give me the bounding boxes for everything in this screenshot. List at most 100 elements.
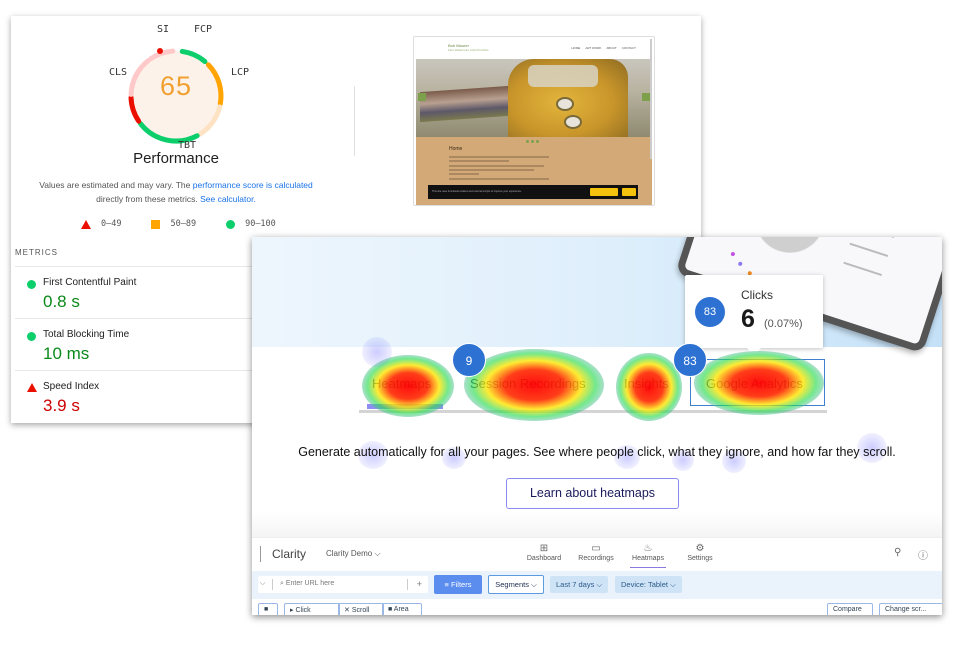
date-range-dropdown[interactable]: Last 7 days ⌵ [550,576,609,593]
chevron-down-icon: ⌵ [260,580,266,587]
metric-label: Total Blocking Time [43,329,130,340]
chevron-down-icon: ⌵ [670,580,676,589]
pass-circle-icon [27,332,36,341]
cookie-accept-button [622,188,636,196]
si-marker [157,48,163,54]
triangle-icon [81,219,91,229]
nav-label: Dashboard [526,555,562,562]
tooltip-label: Clicks [741,288,773,302]
headlight-shape [556,97,574,111]
performance-title: Performance [133,150,219,167]
metric-label: First Contentful Paint [43,277,137,288]
text-line [449,160,509,162]
area-mode-button[interactable]: ■ Area [382,603,422,615]
legend-item-fail: 0–49 [81,219,121,229]
vertical-divider [354,86,355,156]
segments-label: Segments [495,580,529,589]
score-calculated-link[interactable]: performance score is calculated [193,180,313,190]
text-line [449,169,534,171]
text-line [449,165,544,167]
preview-hero-image [416,59,652,137]
circle-icon [226,219,236,229]
preview-brand: Bob Maurer Fine Watercolor Artist Portfo… [448,43,488,52]
heatmaps-description: Generate automatically for all your page… [298,445,896,459]
legend-range: 90–100 [245,219,276,229]
url-placeholder: ⌕ Enter URL here [280,580,335,587]
see-calculator-link[interactable]: See calculator. [200,194,256,204]
truck-bed-shape [420,85,510,123]
metric-value: 0.8 s [43,292,80,311]
tooltip-percent: (0.07%) [764,318,803,330]
heatmaps-icon: ♨ [643,543,653,554]
gauge-label-si: SI [157,24,170,35]
chevron-down-icon: ⌵ [531,580,537,589]
tab-rail [359,410,827,413]
performance-score: 65 [159,71,193,101]
learn-about-heatmaps-button[interactable]: Learn about heatmaps [506,478,679,509]
legend-item-average: 50–89 [151,219,196,229]
preview-next-arrow [642,93,650,101]
tab-google-analytics[interactable]: Google Analytics [706,376,803,391]
text-line [449,173,479,175]
preview-nav-item: ABOUT [606,46,617,50]
filters-button[interactable]: ≡ Filters [434,575,482,594]
preview-prev-arrow [418,93,426,101]
change-screenshot-button[interactable]: Change scr... [879,603,942,615]
recordings-icon: ▭ [591,543,601,554]
preview-brand-sub: Fine Watercolor Artist Portfolio [448,48,489,52]
share-icon[interactable]: ⚲ [894,547,901,558]
device-label: Device: Tablet [621,580,668,589]
score-legend: 0–49 50–89 90–100 [81,219,276,229]
feature-tabs: Heatmaps Session Recordings Insights Goo… [359,359,829,413]
nav-heatmaps[interactable]: ♨ Heatmaps [626,542,670,562]
url-input[interactable]: ⌵ ⌕ Enter URL here + [258,576,428,593]
dashboard-icon: ⊞ [539,543,549,554]
performance-description: Values are estimated and may vary. The p… [21,178,331,206]
legend-range: 0–49 [101,219,122,229]
help-icon[interactable]: ⓘ [918,547,928,562]
click-count-badge[interactable]: 9 [452,343,486,377]
nav-recordings[interactable]: ▭ Recordings [574,542,618,562]
active-nav-indicator [630,567,666,568]
preview-heading: Home [449,146,463,152]
tooltip-badge: 83 [695,297,725,327]
fail-triangle-icon [27,383,37,392]
nav-label: Recordings [578,555,614,562]
segments-dropdown[interactable]: Segments ⌵ [488,575,544,594]
gauge-label-fcp: FCP [194,24,213,35]
description-text-2: directly from these metrics. [96,194,201,204]
tab-heatmaps[interactable]: Heatmaps [372,376,431,391]
page-screenshot-preview: Bob Maurer Fine Watercolor Artist Portfo… [413,36,655,206]
preview-header: Bob Maurer Fine Watercolor Artist Portfo… [414,37,652,59]
bus-window-shape [528,65,598,87]
add-url-icon[interactable]: + [417,579,422,589]
metric-label: Speed Index [43,381,100,392]
cookie-more-button [590,188,618,196]
nav-settings[interactable]: ⚙ Settings [678,542,722,562]
tab-insights[interactable]: Insights [624,376,669,391]
toolbar-square-button[interactable]: ■ [258,603,278,615]
legend-range: 50–89 [170,219,197,229]
preview-nav: HOME ART WORK ABOUT CONTACT [571,46,636,50]
preview-scrollbar [650,39,652,159]
app-name[interactable]: Clarity [272,547,306,561]
text-line [449,178,549,180]
compare-button[interactable]: Compare [827,603,873,615]
filters-label: Filters [451,580,472,589]
project-selector[interactable]: Clarity Demo ⌵ [326,549,381,559]
tab-session-recordings[interactable]: Session Recordings [470,376,586,391]
cookie-text: This site uses functional cookies and ex… [432,190,522,193]
click-mode-button[interactable]: ▸ Click [284,603,340,615]
settings-icon: ⚙ [695,543,705,554]
pass-circle-icon [27,280,36,289]
project-name: Clarity Demo [326,549,373,558]
metric-value: 10 ms [43,344,90,363]
click-count-badge[interactable]: 83 [673,343,707,377]
performance-gauge: SI FCP LCP CLS TBT 65 [103,21,249,171]
description-text: Values are estimated and may vary. The [39,180,193,190]
scroll-mode-button[interactable]: ✕ Scroll [338,603,384,615]
filter-icon: ≡ [444,580,449,589]
device-dropdown[interactable]: Device: Tablet ⌵ [615,576,682,593]
metrics-heading: METRICS [15,248,58,257]
nav-dashboard[interactable]: ⊞ Dashboard [522,542,566,562]
